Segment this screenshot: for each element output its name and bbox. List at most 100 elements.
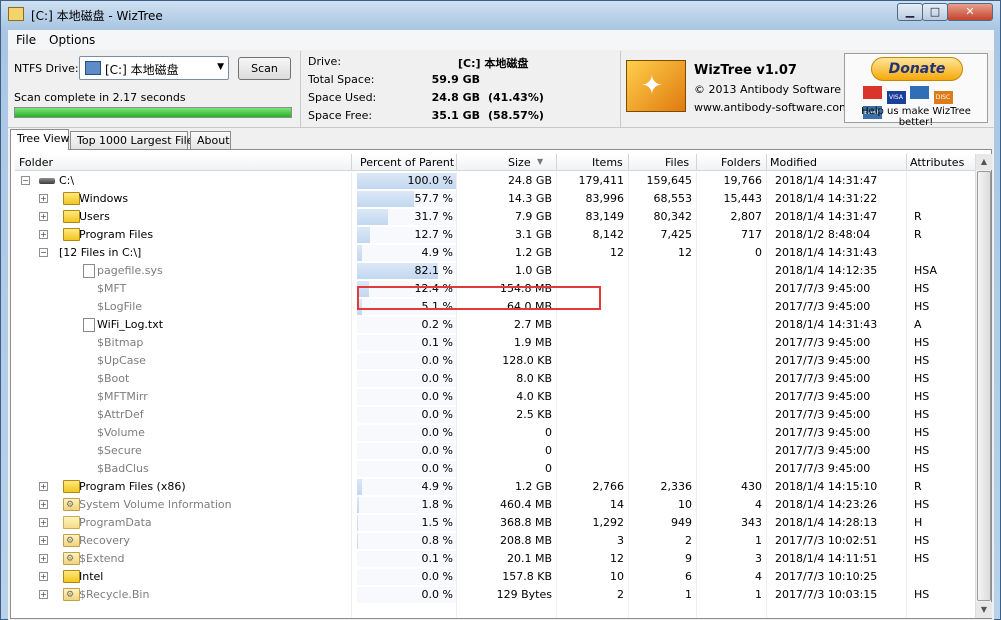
tree-row[interactable]: WiFi_Log.txt 0.2 % 2.7 MB 2018/1/4 14:31:43… <box>15 316 975 334</box>
tree-row[interactable]: $AttrDef 0.0 % 2.5 KB 2017/7/3 9:45:00 HS <box>15 406 975 424</box>
donate-button[interactable]: Donate <box>871 57 963 81</box>
row-items: 2,766 <box>592 480 625 493</box>
tree-row[interactable]: + ⚙ System Volume Information 1.8 % 460.4 MB… <box>15 496 975 514</box>
row-items: 12 <box>610 552 624 565</box>
percent-bar: 31.7 % <box>357 209 456 225</box>
expand-icon[interactable]: + <box>39 590 48 599</box>
collapse-icon[interactable]: − <box>39 248 48 257</box>
divider <box>456 154 457 171</box>
row-items <box>556 462 624 476</box>
row-files: 6 <box>685 570 692 583</box>
client-area: File Options NTFS Drive: [C:] 本地磁盘 ▼ Sca… <box>8 30 994 620</box>
expand-icon[interactable]: + <box>39 482 48 491</box>
row-percent: 0.0 % <box>421 588 453 601</box>
row-folders <box>696 318 762 332</box>
tab-about[interactable]: About <box>190 131 231 149</box>
divider <box>628 154 629 171</box>
row-size: 14.3 GB <box>507 192 552 205</box>
tree-row[interactable]: + Program Files 12.7 % 3.1 GB 8,142 7,425 717 2… <box>15 226 975 244</box>
scan-button[interactable]: Scan <box>238 57 291 80</box>
scroll-thumb[interactable] <box>977 171 991 601</box>
row-modified: 2018/1/4 14:12:35 <box>775 264 878 277</box>
column-files[interactable]: Files <box>665 156 689 170</box>
space-used-label: Space Used: <box>308 91 377 104</box>
divider <box>300 51 301 127</box>
percent-fill <box>357 497 359 513</box>
row-percent: 0.0 % <box>421 354 453 367</box>
tree-row[interactable]: + Intel 0.0 % 157.8 KB 10 6 4 2017/7/3 10:10:25 <box>15 568 975 586</box>
expand-icon[interactable]: + <box>39 230 48 239</box>
close-button[interactable]: ✕ <box>947 3 993 21</box>
tree-row[interactable]: + Users 31.7 % 7.9 GB 83,149 80,342 2,807 2018/… <box>15 208 975 226</box>
column-modified[interactable]: Modified <box>770 156 817 170</box>
tree-row[interactable]: $Bitmap 0.1 % 1.9 MB 2017/7/3 9:45:00 HS <box>15 334 975 352</box>
tree-view-panel: Folder Percent of Parent Size ▼ Items Fi… <box>10 149 992 619</box>
row-folders <box>696 426 762 440</box>
percent-bar: 0.2 % <box>357 317 456 333</box>
row-name: $Volume <box>97 426 145 439</box>
menu-options[interactable]: Options <box>49 33 95 47</box>
vertical-scrollbar[interactable]: ▲ ▼ <box>975 154 992 618</box>
row-percent: 1.5 % <box>421 516 453 529</box>
tree-row[interactable]: $BadClus 0.0 % 0 2017/7/3 9:45:00 HS <box>15 460 975 478</box>
row-files: 159,645 <box>646 174 693 187</box>
tree-row[interactable]: $MFTMirr 0.0 % 4.0 KB 2017/7/3 9:45:00 HS <box>15 388 975 406</box>
scroll-up-icon[interactable]: ▲ <box>976 154 992 170</box>
row-files: 949 <box>671 516 692 529</box>
row-items: 2 <box>617 588 624 601</box>
tab-tree-view[interactable]: Tree View <box>10 129 70 150</box>
tree-row[interactable]: pagefile.sys 82.1 % 1.0 GB 2018/1/4 14:12:3… <box>15 262 975 280</box>
row-modified: 2017/7/3 9:45:00 <box>775 408 871 421</box>
drive-select[interactable]: [C:] 本地磁盘 ▼ <box>79 56 229 80</box>
system-folder-icon: ⚙ <box>63 498 80 511</box>
row-modified: 2018/1/4 14:31:43 <box>775 318 878 331</box>
expand-icon[interactable]: + <box>39 212 48 221</box>
column-header: Folder Percent of Parent Size ▼ Items Fi… <box>15 154 975 171</box>
expand-icon[interactable]: + <box>39 194 48 203</box>
row-attributes: HS <box>914 282 930 295</box>
tree-row[interactable]: + ⚙ Recovery 0.8 % 208.8 MB 3 2 1 2017/7/3 10:02… <box>15 532 975 550</box>
column-folder[interactable]: Folder <box>19 156 53 170</box>
column-folders[interactable]: Folders <box>721 156 761 170</box>
title-bar[interactable]: [C:] 本地磁盘 - WizTree ▁ □ ✕ <box>1 1 1000 29</box>
column-percent[interactable]: Percent of Parent <box>360 156 454 170</box>
row-folders <box>696 372 762 386</box>
tree-row[interactable]: $UpCase 0.0 % 128.0 KB 2017/7/3 9:45:00 HS <box>15 352 975 370</box>
maximize-button[interactable]: □ <box>922 3 948 21</box>
row-modified: 2017/7/3 9:45:00 <box>775 282 871 295</box>
tree-row[interactable]: + ⚙ $Recycle.Bin 0.0 % 129 Bytes 2 1 1 2017/7/3 … <box>15 586 975 604</box>
website-link[interactable]: www.antibody-software.com <box>694 101 850 114</box>
percent-bar: 57.7 % <box>357 191 456 207</box>
row-files <box>628 390 692 404</box>
tree-row[interactable]: − [12 Files in C:\] 4.9 % 1.2 GB 12 12 0 2018/1… <box>15 244 975 262</box>
scroll-down-icon[interactable]: ▼ <box>976 602 992 618</box>
row-folders: 1 <box>755 588 762 601</box>
expand-icon[interactable]: + <box>39 572 48 581</box>
tab-top-1000[interactable]: Top 1000 Largest Files <box>70 131 199 149</box>
row-percent: 82.1 % <box>414 264 453 277</box>
chevron-down-icon: ▼ <box>217 62 224 72</box>
column-items[interactable]: Items <box>592 156 623 170</box>
tree-row[interactable]: $Secure 0.0 % 0 2017/7/3 9:45:00 HS <box>15 442 975 460</box>
menu-file[interactable]: File <box>16 33 36 47</box>
tree-row[interactable]: − C:\ 100.0 % 24.8 GB 179,411 159,645 19,766 20… <box>15 172 975 190</box>
row-files <box>628 444 692 458</box>
expand-icon[interactable]: + <box>39 554 48 563</box>
column-attributes[interactable]: Attributes <box>910 156 964 170</box>
tree-row[interactable]: $Boot 0.0 % 8.0 KB 2017/7/3 9:45:00 HS <box>15 370 975 388</box>
percent-bar: 0.0 % <box>357 389 456 405</box>
tree-row[interactable]: + ProgramData 1.5 % 368.8 MB 1,292 949 343 2018… <box>15 514 975 532</box>
column-size[interactable]: Size <box>508 156 531 170</box>
tree-row[interactable]: + Program Files (x86) 4.9 % 1.2 GB 2,766 2,33… <box>15 478 975 496</box>
expand-icon[interactable]: + <box>39 500 48 509</box>
donate-panel: Donate VISA DISC BANK Help us make WizTr… <box>844 53 988 128</box>
row-percent: 4.9 % <box>421 480 453 493</box>
tree-row[interactable]: + ⚙ $Extend 0.1 % 20.1 MB 12 9 3 2018/1/4 14:11:… <box>15 550 975 568</box>
expand-icon[interactable]: + <box>39 536 48 545</box>
minimize-button[interactable]: ▁ <box>897 3 923 21</box>
collapse-icon[interactable]: − <box>21 176 30 185</box>
tree-row[interactable]: $Volume 0.0 % 0 2017/7/3 9:45:00 HS <box>15 424 975 442</box>
tree-row[interactable]: + Windows 57.7 % 14.3 GB 83,996 68,553 15,443 2… <box>15 190 975 208</box>
window-title: [C:] 本地磁盘 - WizTree <box>31 9 163 23</box>
expand-icon[interactable]: + <box>39 518 48 527</box>
